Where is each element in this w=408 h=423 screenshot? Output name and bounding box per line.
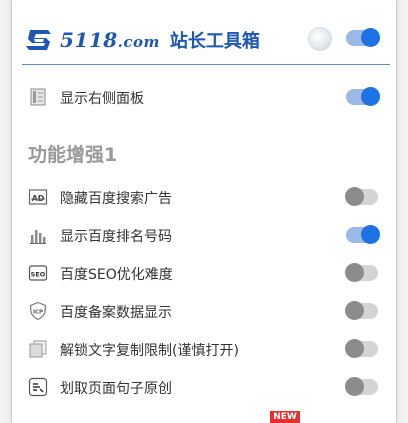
setting-row-rank-number: 显示百度排名号码 — [12, 217, 396, 253]
setting-row-sentence-original: 划取页面句子原创 — [12, 369, 396, 405]
svg-text:ICP: ICP — [33, 310, 43, 316]
brand-wordmark: 5118.com — [60, 28, 160, 52]
setting-label: 显示右侧面板 — [60, 91, 144, 107]
hide-ads-toggle[interactable] — [345, 187, 378, 206]
popup-title: 站长工具箱 — [169, 31, 260, 52]
setting-label: 显示百度排名号码 — [60, 229, 172, 245]
copy-icon — [29, 340, 47, 358]
popup-header: 5118.com 站长工具箱 — [12, 0, 396, 64]
logo-icon — [26, 30, 51, 50]
setting-row-seo-difficulty: SEO 百度SEO优化难度 — [12, 255, 396, 291]
brand-number: 5118 — [60, 28, 118, 52]
extension-popup: 5118.com 站长工具箱 显示右侧面板 功能增强1 AD 隐藏百度搜索广告 — [12, 0, 396, 423]
brand: 5118.com 站长工具箱 — [24, 24, 260, 56]
rank-number-toggle[interactable] — [346, 225, 380, 244]
toggle-knob — [345, 377, 364, 396]
side-panel-icon — [30, 88, 46, 106]
background-page-left — [0, 0, 12, 423]
background-page-right — [396, 0, 408, 423]
new-badge: NEW — [270, 411, 300, 423]
setting-row-unlock-copy: 解锁文字复制限制(谨慎打开) — [12, 331, 396, 367]
seo-icon: SEO — [28, 265, 48, 281]
setting-row-side-panel: 显示右侧面板 — [12, 79, 396, 115]
setting-label: 隐藏百度搜索广告 — [60, 191, 172, 207]
toggle-knob — [361, 28, 380, 47]
icp-shield-icon: ICP — [29, 301, 47, 321]
side-panel-toggle[interactable] — [346, 87, 380, 106]
seo-difficulty-toggle[interactable] — [345, 263, 378, 282]
icp-record-toggle[interactable] — [345, 301, 378, 320]
section-title: 功能增强1 — [28, 144, 118, 166]
setting-row-hide-ads: AD 隐藏百度搜索广告 — [12, 179, 396, 215]
setting-label: 解锁文字复制限制(谨慎打开) — [60, 343, 239, 359]
sentence-original-toggle[interactable] — [345, 377, 378, 396]
avatar[interactable] — [308, 27, 332, 51]
toggle-knob — [361, 225, 380, 244]
setting-row-icp-record: ICP 百度备案数据显示 — [12, 293, 396, 329]
setting-label: 划取页面句子原创 — [60, 381, 172, 397]
header-divider — [22, 64, 390, 65]
toggle-knob — [345, 339, 364, 358]
rank-bars-icon — [30, 230, 46, 244]
original-icon — [28, 377, 48, 397]
setting-label: 百度备案数据显示 — [60, 305, 172, 321]
setting-label: 百度SEO优化难度 — [60, 267, 173, 283]
toggle-knob — [361, 87, 380, 106]
master-toggle[interactable] — [346, 28, 380, 47]
toggle-knob — [345, 187, 364, 206]
brand-domain: .com — [117, 33, 160, 51]
ad-icon: AD — [28, 189, 48, 205]
toggle-knob — [345, 263, 364, 282]
toggle-knob — [345, 301, 364, 320]
svg-text:SEO: SEO — [31, 271, 46, 279]
unlock-copy-toggle[interactable] — [345, 339, 378, 358]
